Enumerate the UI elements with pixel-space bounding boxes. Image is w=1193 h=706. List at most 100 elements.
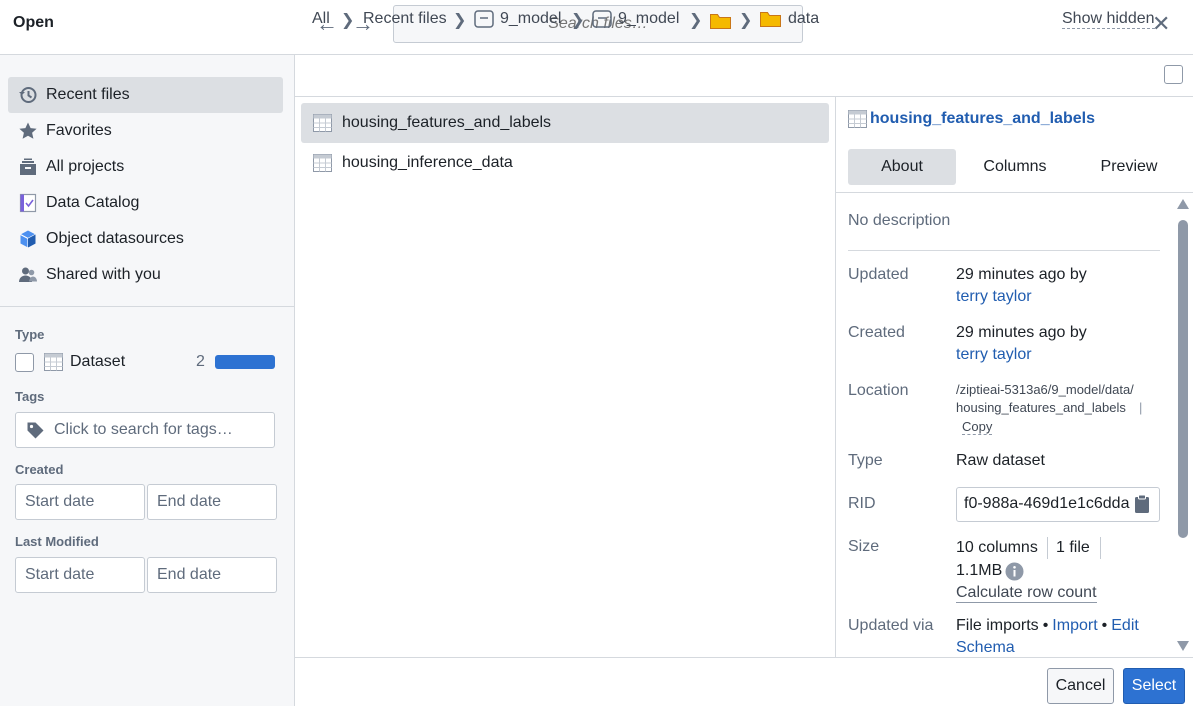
history-icon <box>18 85 38 105</box>
select-button[interactable]: Select <box>1123 668 1185 704</box>
folder-icon <box>760 11 781 28</box>
modified-start-date-input[interactable]: Start date <box>15 557 145 593</box>
info-icon[interactable] <box>1005 562 1024 586</box>
star-icon <box>18 121 38 141</box>
updated-value: 29 minutes ago by <box>956 266 1087 283</box>
clipboard-icon[interactable] <box>1134 494 1150 519</box>
project-icon <box>474 10 494 28</box>
dataset-count-bar <box>215 355 275 369</box>
breadcrumb-item-folder[interactable] <box>710 13 731 30</box>
bullet: • <box>1042 617 1049 634</box>
details-title-link[interactable]: housing_features_and_labels <box>848 110 1095 128</box>
size-bytes: 1.1MB <box>956 562 1003 579</box>
list-item[interactable]: housing_inference_data <box>301 143 829 183</box>
dataset-icon <box>313 114 332 132</box>
chevron-right-icon: ❯ <box>453 12 467 29</box>
sidebar-item-data-catalog[interactable]: Data Catalog <box>8 185 283 221</box>
created-by-link[interactable]: terry taylor <box>956 346 1032 364</box>
type-filter-label: Type <box>15 327 45 342</box>
calculate-row-count-link[interactable]: Calculate row count <box>956 584 1097 603</box>
list-item[interactable]: housing_features_and_labels <box>301 103 829 143</box>
updated-via-text: File imports <box>956 617 1039 634</box>
sidebar-item-label: Object datasources <box>46 230 184 247</box>
description-text: No description <box>848 212 951 229</box>
tags-placeholder: Click to search for tags… <box>54 421 233 438</box>
last-modified-filter-label: Last Modified <box>15 534 99 549</box>
sidebar-item-label: Recent files <box>46 86 130 103</box>
dataset-type-count: 2 <box>196 353 205 370</box>
tab-columns[interactable]: Columns <box>961 149 1069 185</box>
show-hidden-checkbox[interactable] <box>1164 65 1183 84</box>
breadcrumb-item-project[interactable]: 9_model <box>474 10 561 28</box>
project-icon <box>592 10 612 28</box>
location-label: Location <box>848 382 909 399</box>
rid-label: RID <box>848 495 876 512</box>
sidebar-item-shared-with-you[interactable]: Shared with you <box>8 257 283 293</box>
created-start-date-input[interactable]: Start date <box>15 484 145 520</box>
dataset-icon <box>44 353 63 376</box>
dataset-type-checkbox[interactable] <box>15 353 34 372</box>
tags-search-input[interactable]: Click to search for tags… <box>15 412 275 448</box>
projects-icon <box>18 157 38 177</box>
tab-preview[interactable]: Preview <box>1075 149 1183 185</box>
folder-icon <box>710 13 731 30</box>
description-divider <box>848 250 1160 251</box>
location-separator: | <box>1139 400 1143 415</box>
scroll-down-icon[interactable] <box>1177 641 1189 651</box>
breadcrumb-item-model-folder[interactable]: 9_model <box>592 10 679 28</box>
updated-label: Updated <box>848 266 909 283</box>
location-path-line2: housing_features_and_labels <box>956 400 1126 415</box>
scrollbar-thumb[interactable] <box>1178 220 1188 538</box>
dataset-type-label: Dataset <box>70 353 126 370</box>
rid-value: f0-988a-469d1e1c6dda <box>964 495 1130 512</box>
tags-filter-label: Tags <box>15 389 45 404</box>
breadcrumb-item-all[interactable]: All <box>312 10 330 28</box>
size-label: Size <box>848 538 880 555</box>
details-title-text: housing_features_and_labels <box>870 110 1095 127</box>
tag-icon <box>26 421 45 440</box>
created-label: Created <box>848 324 905 341</box>
breadcrumb-item-data[interactable]: data <box>760 10 819 28</box>
import-link[interactable]: Import <box>1052 617 1097 635</box>
cube-icon <box>18 229 38 249</box>
copy-location-button[interactable]: Copy <box>962 419 993 435</box>
tab-divider <box>836 192 1193 193</box>
dialog-title: Open <box>13 14 54 31</box>
sidebar-item-favorites[interactable]: Favorites <box>8 113 283 149</box>
sidebar-item-recent-files[interactable]: Recent files <box>8 77 283 113</box>
file-name: housing_features_and_labels <box>342 114 552 131</box>
size-separator <box>1047 537 1048 559</box>
chevron-right-icon: ❯ <box>739 12 753 29</box>
breadcrumb-label: Recent files <box>363 10 447 27</box>
sidebar-item-all-projects[interactable]: All projects <box>8 149 283 185</box>
sidebar-item-object-datasources[interactable]: Object datasources <box>8 221 283 257</box>
breadcrumb-item-recent-files[interactable]: Recent files <box>363 10 447 28</box>
file-name: housing_inference_data <box>342 154 513 171</box>
modified-end-date-input[interactable]: End date <box>147 557 277 593</box>
tab-about[interactable]: About <box>848 149 956 185</box>
created-end-date-input[interactable]: End date <box>147 484 277 520</box>
dataset-icon <box>313 154 332 172</box>
cancel-button[interactable]: Cancel <box>1047 668 1114 704</box>
sidebar-divider <box>0 306 295 307</box>
close-icon[interactable]: ✕ <box>1152 11 1170 37</box>
show-hidden-label[interactable]: Show hidden <box>1062 10 1155 29</box>
breadcrumb-label: 9_model <box>500 10 562 27</box>
sidebar-item-label: Favorites <box>46 122 112 139</box>
breadcrumb-label: 9_model <box>618 10 680 27</box>
updated-by-link[interactable]: terry taylor <box>956 288 1032 306</box>
dataset-icon <box>848 110 867 128</box>
breadcrumb-label: All <box>312 10 330 27</box>
chevron-right-icon: ❯ <box>341 12 355 29</box>
updated-via-label: Updated via <box>848 617 934 634</box>
sidebar-item-label: Shared with you <box>46 266 161 283</box>
catalog-icon <box>18 193 38 213</box>
bullet: • <box>1101 617 1108 634</box>
type-label: Type <box>848 452 883 469</box>
type-value: Raw dataset <box>956 452 1045 469</box>
location-path-line1: /ziptieai-5313a6/9_model/data/ <box>956 382 1134 397</box>
edit-schema-link[interactable]: Edit <box>1111 617 1139 635</box>
edit-schema-link-continued[interactable]: Schema <box>956 639 1015 657</box>
chevron-right-icon: ❯ <box>571 12 585 29</box>
scroll-up-icon[interactable] <box>1177 199 1189 209</box>
